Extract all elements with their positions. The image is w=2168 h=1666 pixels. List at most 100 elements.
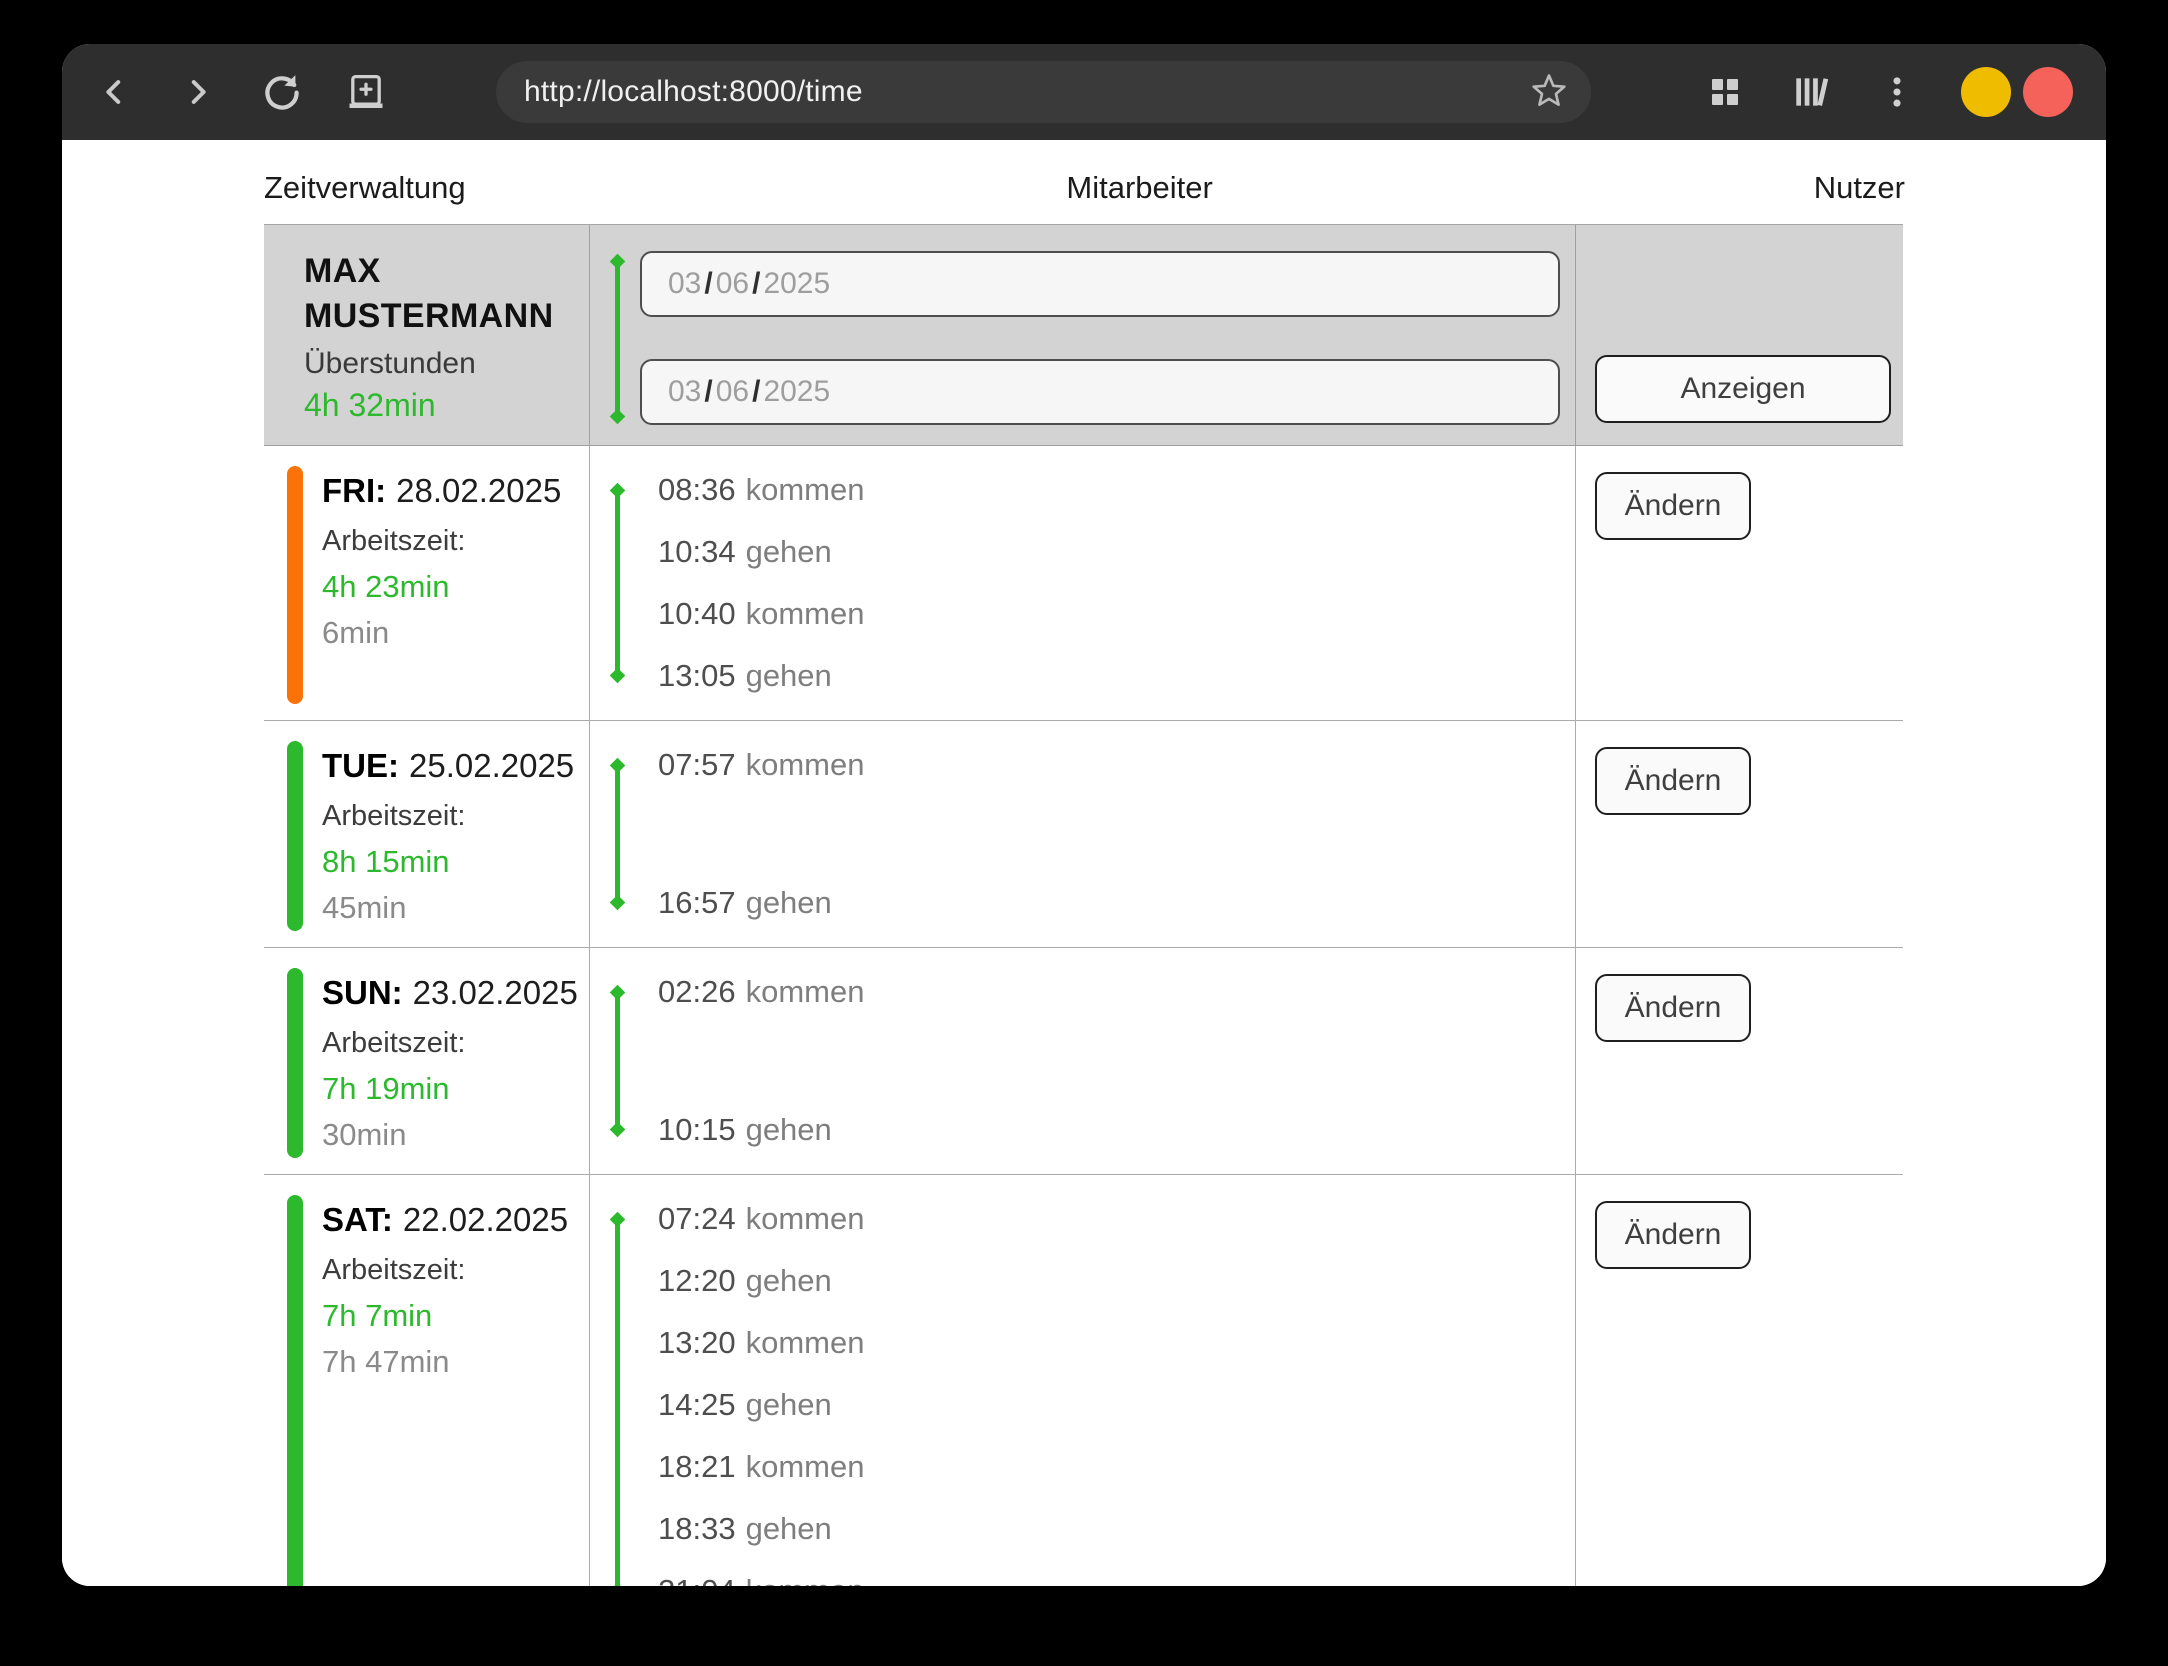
nav-link-zeitverwaltung[interactable]: Zeitverwaltung [264, 170, 466, 206]
minimize-button[interactable] [1961, 67, 2011, 117]
date-range-cell: 03/06/2025 03/06/2025 [590, 225, 1576, 445]
day-action-cell: Ändern [1576, 1175, 1905, 1586]
day-row: SUN:23.02.2025 Arbeitszeit: 7h 19min 30m… [264, 948, 1903, 1175]
time-entry: 10:34 gehen [658, 521, 1575, 583]
entry-time: 14:25 [658, 1387, 736, 1422]
employee-name: MAX MUSTERMANN [304, 249, 579, 339]
nav-link-mitarbeiter[interactable]: Mitarbeiter [1066, 170, 1212, 206]
entry-time: 13:20 [658, 1325, 736, 1360]
worktime-label: Arbeitszeit: [322, 793, 583, 839]
day-events-cell: 08:36 kommen 10:34 gehen 10:40kommen 13:05 geh… [590, 446, 1576, 720]
change-button[interactable]: Ändern [1595, 1201, 1751, 1269]
forward-button[interactable] [176, 70, 220, 114]
window-controls [1961, 67, 2073, 117]
library-icon [1790, 73, 1832, 111]
time-entry: 16:57gehen [658, 872, 1575, 934]
time-entry: 18:21 kommen [658, 1436, 1575, 1498]
rows-container: FRI:28.02.2025 Arbeitszeit: 4h 23min 6mi… [264, 446, 1903, 1586]
bookmark-star-icon[interactable] [1529, 70, 1569, 115]
library-button[interactable] [1789, 70, 1833, 114]
day-date: SUN:23.02.2025 [322, 970, 583, 1016]
entry-action: kommen [746, 1449, 865, 1484]
entry-time: 18:21 [658, 1449, 736, 1484]
entry-time: 10:34 [658, 534, 736, 569]
placeholder-part: 03 [668, 267, 701, 301]
worktime-value: 7h 19min [322, 1066, 583, 1112]
date-range-timeline [615, 261, 620, 417]
day-summary-cell: FRI:28.02.2025 Arbeitszeit: 4h 23min 6mi… [264, 446, 590, 720]
date-to-input[interactable]: 03/06/2025 [640, 359, 1560, 425]
change-button[interactable]: Ändern [1595, 747, 1751, 815]
entry-time: 07:24 [658, 1201, 736, 1236]
entry-action: gehen [746, 1112, 832, 1147]
entry-action: gehen [746, 1511, 832, 1546]
break-value: 6min [322, 610, 583, 656]
entry-action: kommen [746, 747, 865, 782]
events-timeline [615, 490, 620, 676]
day-date: TUE:25.02.2025 [322, 743, 583, 789]
events-list: 02:26kommen10:15gehen [590, 948, 1575, 1174]
entry-time: 07:57 [658, 747, 736, 782]
summary-header: MAX MUSTERMANN Überstunden 4h 32min 03/0… [264, 224, 1903, 446]
worktime-label: Arbeitszeit: [322, 1247, 583, 1293]
entry-action: kommen [746, 1325, 865, 1360]
entry-time: 18:33 [658, 1511, 736, 1546]
menu-button[interactable] [1875, 70, 1919, 114]
reload-button[interactable] [260, 70, 304, 114]
entry-action: kommen [746, 1573, 865, 1586]
day-summary-cell: TUE:25.02.2025 Arbeitszeit: 8h 15min 45m… [264, 721, 590, 947]
employee-summary-cell: MAX MUSTERMANN Überstunden 4h 32min [264, 225, 590, 445]
new-tab-button[interactable] [344, 70, 388, 114]
time-entry: 08:36 kommen [658, 459, 1575, 521]
day-action-cell: Ändern [1576, 721, 1905, 947]
day-events-cell: 02:26kommen10:15gehen [590, 948, 1576, 1174]
placeholder-part: 06 [716, 375, 749, 409]
entry-action: kommen [746, 1201, 865, 1236]
url-bar[interactable]: http://localhost:8000/time [496, 61, 1591, 123]
placeholder-part: 2025 [763, 267, 830, 301]
day-action-cell: Ändern [1576, 446, 1905, 720]
time-entry: 14:25gehen [658, 1374, 1575, 1436]
time-entry: 10:15gehen [658, 1099, 1575, 1161]
web-page: Zeitverwaltung Mitarbeiter Nutzer MAX MU… [62, 140, 2106, 1586]
entry-time: 13:05 [658, 658, 736, 693]
new-tab-icon [344, 72, 388, 112]
entry-time: 12:20 [658, 1263, 736, 1298]
day-status-bar [287, 466, 303, 704]
events-list: 07:57 kommen 16:57gehen [590, 721, 1575, 947]
change-button[interactable]: Ändern [1595, 974, 1751, 1042]
entry-time: 21:04 [658, 1573, 736, 1586]
url-text: http://localhost:8000/time [524, 75, 1529, 109]
time-entry: 10:40kommen [658, 583, 1575, 645]
break-value: 30min [322, 1112, 583, 1158]
entry-action: gehen [746, 534, 832, 569]
day-row: TUE:25.02.2025 Arbeitszeit: 8h 15min 45m… [264, 721, 1903, 948]
change-button[interactable]: Ändern [1595, 472, 1751, 540]
entry-action: kommen [746, 472, 865, 507]
day-summary-cell: SUN:23.02.2025 Arbeitszeit: 7h 19min 30m… [264, 948, 590, 1174]
entry-action: gehen [746, 658, 832, 693]
nav-link-nutzer[interactable]: Nutzer [1814, 170, 1905, 206]
close-button[interactable] [2023, 67, 2073, 117]
day-date: SAT:22.02.2025 [322, 1197, 583, 1243]
entry-time: 16:57 [658, 885, 736, 920]
overtime-label: Überstunden [304, 344, 579, 384]
kebab-menu-icon [1880, 72, 1914, 112]
day-row: SAT:22.02.2025 Arbeitszeit: 7h 7min 7h 4… [264, 1175, 1903, 1586]
placeholder-separator: / [752, 375, 760, 409]
placeholder-separator: / [704, 375, 712, 409]
tab-grid-icon [1707, 74, 1743, 110]
placeholder-part: 03 [668, 375, 701, 409]
back-button[interactable] [92, 70, 136, 114]
time-entry: 07:57 kommen [658, 734, 1575, 796]
show-button[interactable]: Anzeigen [1595, 355, 1891, 423]
entry-time: 08:36 [658, 472, 736, 507]
placeholder-separator: / [704, 267, 712, 301]
tab-overview-button[interactable] [1703, 70, 1747, 114]
time-entry: 13:05 gehen [658, 645, 1575, 707]
break-value: 7h 47min [322, 1339, 583, 1385]
day-summary-cell: SAT:22.02.2025 Arbeitszeit: 7h 7min 7h 4… [264, 1175, 590, 1586]
date-from-input[interactable]: 03/06/2025 [640, 251, 1560, 317]
day-events-cell: 07:24 kommen 12:20 gehen 13:20 kommen 14:25geh… [590, 1175, 1576, 1586]
worktime-value: 4h 23min [322, 564, 583, 610]
